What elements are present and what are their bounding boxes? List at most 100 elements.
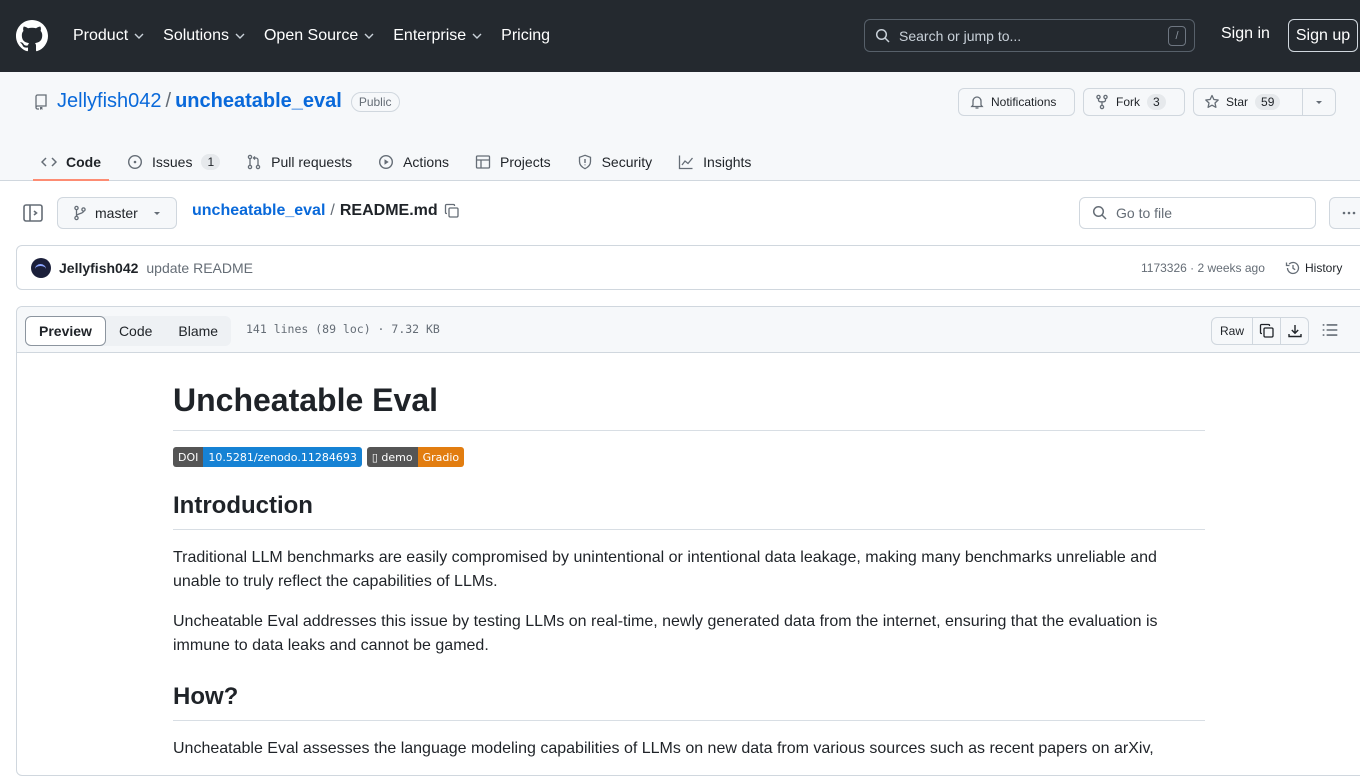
nav-pricing[interactable]: Pricing [501, 27, 550, 45]
kebab-horizontal-icon [1342, 211, 1356, 215]
nav-open-source-label: Open Source [263, 27, 359, 44]
global-header: Product Solutions Open Source Enterprise… [0, 0, 1360, 72]
avatar[interactable] [31, 257, 51, 278]
commit-message-link[interactable]: update README [146, 260, 253, 276]
readme-content: Uncheatable Eval DOI 10.5281/zenodo.1128… [173, 380, 1205, 761]
commit-author-link[interactable]: Jellyfish042 [59, 260, 138, 276]
shield-icon [578, 154, 591, 169]
fork-icon [1096, 94, 1108, 110]
heading-how: How? [173, 682, 1205, 721]
breadcrumb-repo-link[interactable]: uncheatable_eval [192, 202, 325, 220]
file-stats: 141 lines (89 loc) · 7.32 KB [246, 322, 440, 336]
play-icon [379, 154, 394, 169]
copy-icon [1259, 323, 1274, 338]
download-raw-button[interactable] [1281, 317, 1309, 345]
file-header: Preview Code Blame 141 lines (89 loc) · … [17, 307, 1360, 353]
global-search-input[interactable]: Search or jump to... / [864, 19, 1195, 52]
issue-icon [127, 154, 143, 169]
pull-request-icon [247, 154, 261, 169]
triangle-down-icon [154, 212, 160, 215]
bell-icon [970, 96, 984, 109]
demo-badge[interactable]: ▯ demo Gradio [366, 447, 465, 467]
star-list-dropdown[interactable] [1303, 88, 1336, 116]
tab-code[interactable]: Code [33, 142, 109, 181]
intro-paragraph-2: Uncheatable Eval addresses this issue by… [173, 613, 1158, 654]
branch-name: master [95, 205, 138, 221]
nav-solutions-label: Solutions [163, 27, 229, 44]
tab-preview[interactable]: Preview [25, 316, 106, 346]
outline-list-icon[interactable] [1321, 321, 1339, 339]
repo-header: Jellyfish042 / uncheatable_eval Public N… [0, 72, 1360, 181]
branch-selector[interactable]: master [57, 197, 177, 229]
tab-security[interactable]: Security [569, 142, 661, 181]
tab-actions[interactable]: Actions [370, 142, 457, 181]
doi-badge-label: DOI [173, 447, 204, 467]
download-icon [1287, 325, 1302, 338]
commit-hash-and-time[interactable]: 1173326 · 2 weeks ago [1141, 261, 1265, 275]
intro-paragraph-1: Traditional LLM benchmarks are easily co… [173, 549, 1157, 590]
triangle-down-icon [1316, 101, 1322, 104]
tab-projects[interactable]: Projects [467, 142, 559, 181]
chevron-down-icon [472, 33, 482, 39]
raw-button[interactable]: Raw [1211, 317, 1253, 345]
star-count: 59 [1255, 94, 1281, 110]
star-icon [1205, 94, 1219, 108]
github-logo-icon[interactable] [16, 20, 48, 52]
search-shortcut-hint: / [1168, 25, 1186, 46]
repo-name-link[interactable]: uncheatable_eval [175, 90, 342, 113]
doi-badge-value: 10.5281/zenodo.11284693 [203, 447, 362, 467]
go-to-file-input[interactable]: Go to file [1079, 197, 1316, 229]
tab-actions-label: Actions [403, 153, 450, 170]
tab-blame[interactable]: Blame [165, 316, 231, 346]
how-paragraph-1: Uncheatable Eval assesses the language m… [173, 740, 1154, 757]
search-icon [875, 28, 890, 43]
tab-issues[interactable]: Issues 1 [119, 142, 228, 181]
demo-badge-value: Gradio [417, 447, 465, 467]
nav-enterprise-label: Enterprise [393, 27, 467, 44]
table-icon [475, 154, 491, 169]
chevron-down-icon [235, 33, 245, 39]
history-button[interactable]: History [1285, 260, 1342, 276]
sign-in-link[interactable]: Sign in [1221, 25, 1270, 43]
demo-badge-label: ▯ demo [366, 447, 418, 467]
fork-count: 3 [1147, 94, 1166, 110]
tab-insights[interactable]: Insights [670, 142, 759, 181]
nav-open-source[interactable]: Open Source [264, 27, 375, 45]
repo-title: Jellyfish042 / uncheatable_eval Public [33, 90, 400, 113]
search-icon [1092, 205, 1107, 220]
copy-raw-button[interactable] [1253, 317, 1281, 345]
nav-pricing-label: Pricing [501, 27, 551, 44]
tab-code-view[interactable]: Code [106, 316, 165, 346]
breadcrumb: uncheatable_eval / README.md [192, 202, 460, 220]
visibility-badge: Public [350, 91, 400, 112]
breadcrumb-separator: / [330, 202, 335, 219]
sidebar-expand-icon[interactable] [21, 201, 45, 225]
nav-product[interactable]: Product [73, 27, 145, 45]
nav-enterprise[interactable]: Enterprise [393, 27, 483, 45]
nav-product-label: Product [73, 27, 129, 44]
doi-badge[interactable]: DOI 10.5281/zenodo.11284693 [173, 447, 362, 467]
sign-up-button[interactable]: Sign up [1288, 19, 1358, 52]
copy-path-icon[interactable] [444, 203, 460, 219]
latest-commit-bar: Jellyfish042 update README 1173326 · 2 w… [16, 245, 1360, 290]
fork-button[interactable]: Fork 3 [1083, 88, 1185, 116]
repo-actions: Notifications Fork 3 Star 59 [958, 88, 1336, 116]
code-icon [41, 156, 57, 167]
notifications-button[interactable]: Notifications [958, 88, 1075, 116]
tab-issues-label: Issues [152, 153, 193, 170]
tab-pull-requests[interactable]: Pull requests [238, 142, 360, 181]
readme-title: Uncheatable Eval [173, 380, 1205, 431]
search-placeholder: Search or jump to... [899, 27, 1022, 44]
tab-security-label: Security [601, 153, 653, 170]
notifications-label: Notifications [991, 95, 1057, 109]
go-to-file-placeholder: Go to file [1116, 205, 1173, 221]
branch-icon [74, 205, 86, 221]
nav-solutions[interactable]: Solutions [163, 27, 246, 45]
graph-icon [679, 155, 694, 169]
more-options-button[interactable] [1329, 197, 1360, 229]
star-button[interactable]: Star 59 [1193, 88, 1303, 116]
history-label: History [1305, 260, 1343, 275]
tab-pull-requests-label: Pull requests [271, 153, 353, 170]
issues-count: 1 [201, 153, 221, 170]
repo-owner-link[interactable]: Jellyfish042 [57, 90, 162, 113]
